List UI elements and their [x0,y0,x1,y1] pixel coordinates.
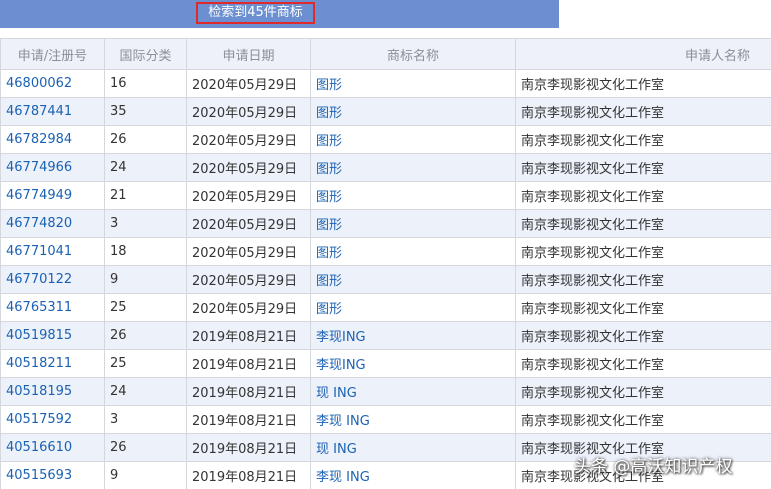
table-row: 46787441 35 2020年05月29日 图形 南京李现影视文化工作室 [0,97,771,126]
reg-no-link[interactable]: 46770122 [0,265,105,294]
table-row: 46774820 3 2020年05月29日 图形 南京李现影视文化工作室 [0,209,771,238]
applicant-cell: 南京李现影视文化工作室 [515,321,771,350]
trademark-name-link[interactable]: 图形 [310,153,516,182]
table-row: 46774966 24 2020年05月29日 图形 南京李现影视文化工作室 [0,153,771,182]
column-header-reg-no[interactable]: 申请/注册号 [0,38,105,70]
applicant-cell: 南京李现影视文化工作室 [515,153,771,182]
date-cell: 2019年08月21日 [186,461,311,489]
trademark-name-link[interactable]: 现 ING [310,433,516,462]
reg-no-link[interactable]: 46774966 [0,153,105,182]
date-cell: 2020年05月29日 [186,293,311,322]
table-row: 46800062 16 2020年05月29日 图形 南京李现影视文化工作室 [0,69,771,98]
table-row: 46782984 26 2020年05月29日 图形 南京李现影视文化工作室 [0,125,771,154]
table-row: 40518195 24 2019年08月21日 现 ING 南京李现影视文化工作… [0,377,771,406]
class-cell: 24 [104,377,187,406]
applicant-cell: 南京李现影视文化工作室 [515,265,771,294]
class-cell: 35 [104,97,187,126]
date-cell: 2020年05月29日 [186,153,311,182]
class-cell: 9 [104,265,187,294]
reg-no-link[interactable]: 40518195 [0,377,105,406]
date-cell: 2020年05月29日 [186,97,311,126]
date-cell: 2020年05月29日 [186,237,311,266]
class-cell: 25 [104,349,187,378]
table-row: 46770122 9 2020年05月29日 图形 南京李现影视文化工作室 [0,265,771,294]
date-cell: 2019年08月21日 [186,433,311,462]
trademark-name-link[interactable]: 图形 [310,69,516,98]
class-cell: 16 [104,69,187,98]
date-cell: 2020年05月29日 [186,69,311,98]
date-cell: 2019年08月21日 [186,349,311,378]
column-header-date[interactable]: 申请日期 [186,38,311,70]
table-row: 46771041 18 2020年05月29日 图形 南京李现影视文化工作室 [0,237,771,266]
trademark-name-link[interactable]: 图形 [310,181,516,210]
reg-no-link[interactable]: 46774820 [0,209,105,238]
table-row: 46774949 21 2020年05月29日 图形 南京李现影视文化工作室 [0,181,771,210]
class-cell: 9 [104,461,187,489]
applicant-cell: 南京李现影视文化工作室 [515,405,771,434]
column-header-class[interactable]: 国际分类 [104,38,187,70]
reg-no-link[interactable]: 46771041 [0,237,105,266]
reg-no-link[interactable]: 46765311 [0,293,105,322]
reg-no-link[interactable]: 40517592 [0,405,105,434]
column-header-trademark-name[interactable]: 商标名称 [310,38,516,70]
date-cell: 2020年05月29日 [186,181,311,210]
trademark-name-link[interactable]: 图形 [310,237,516,266]
applicant-cell: 南京李现影视文化工作室 [515,377,771,406]
class-cell: 24 [104,153,187,182]
watermark-text: 头条 @高沃知识产权 [574,457,733,477]
class-cell: 25 [104,293,187,322]
reg-no-link[interactable]: 40518211 [0,349,105,378]
date-cell: 2019年08月21日 [186,405,311,434]
class-cell: 26 [104,321,187,350]
trademark-name-link[interactable]: 李现ING [310,349,516,378]
trademark-results-table: 申请/注册号 国际分类 申请日期 商标名称 申请人名称 46800062 16 … [0,38,771,489]
table-row: 40517592 3 2019年08月21日 李现 ING 南京李现影视文化工作… [0,405,771,434]
result-header-bar: 检索到45件商标 [0,0,559,28]
reg-no-link[interactable]: 46787441 [0,97,105,126]
applicant-cell: 南京李现影视文化工作室 [515,69,771,98]
reg-no-link[interactable]: 46774949 [0,181,105,210]
reg-no-link[interactable]: 40515693 [0,461,105,489]
date-cell: 2020年05月29日 [186,125,311,154]
applicant-cell: 南京李现影视文化工作室 [515,97,771,126]
trademark-search-page: 检索到45件商标 申请/注册号 国际分类 申请日期 商标名称 申请人名称 468… [0,0,771,489]
class-cell: 21 [104,181,187,210]
date-cell: 2020年05月29日 [186,265,311,294]
table-header-row: 申请/注册号 国际分类 申请日期 商标名称 申请人名称 [0,38,771,70]
class-cell: 3 [104,209,187,238]
date-cell: 2019年08月21日 [186,321,311,350]
date-cell: 2020年05月29日 [186,209,311,238]
class-cell: 26 [104,433,187,462]
reg-no-link[interactable]: 46800062 [0,69,105,98]
trademark-name-link[interactable]: 现 ING [310,377,516,406]
trademark-name-link[interactable]: 李现 ING [310,461,516,489]
applicant-cell: 南京李现影视文化工作室 [515,237,771,266]
column-header-applicant[interactable]: 申请人名称 [515,38,771,70]
trademark-name-link[interactable]: 图形 [310,265,516,294]
applicant-cell: 南京李现影视文化工作室 [515,181,771,210]
class-cell: 3 [104,405,187,434]
applicant-cell: 南京李现影视文化工作室 [515,293,771,322]
applicant-cell: 南京李现影视文化工作室 [515,349,771,378]
reg-no-link[interactable]: 40519815 [0,321,105,350]
table-row: 40519815 26 2019年08月21日 李现ING 南京李现影视文化工作… [0,321,771,350]
trademark-name-link[interactable]: 李现 ING [310,405,516,434]
applicant-cell: 南京李现影视文化工作室 [515,209,771,238]
reg-no-link[interactable]: 40516610 [0,433,105,462]
trademark-name-link[interactable]: 李现ING [310,321,516,350]
class-cell: 18 [104,237,187,266]
class-cell: 26 [104,125,187,154]
trademark-name-link[interactable]: 图形 [310,97,516,126]
date-cell: 2019年08月21日 [186,377,311,406]
trademark-name-link[interactable]: 图形 [310,125,516,154]
table-row: 40518211 25 2019年08月21日 李现ING 南京李现影视文化工作… [0,349,771,378]
trademark-name-link[interactable]: 图形 [310,209,516,238]
applicant-cell: 南京李现影视文化工作室 [515,125,771,154]
trademark-name-link[interactable]: 图形 [310,293,516,322]
table-row: 46765311 25 2020年05月29日 图形 南京李现影视文化工作室 [0,293,771,322]
reg-no-link[interactable]: 46782984 [0,125,105,154]
result-count-label: 检索到45件商标 [196,2,315,24]
